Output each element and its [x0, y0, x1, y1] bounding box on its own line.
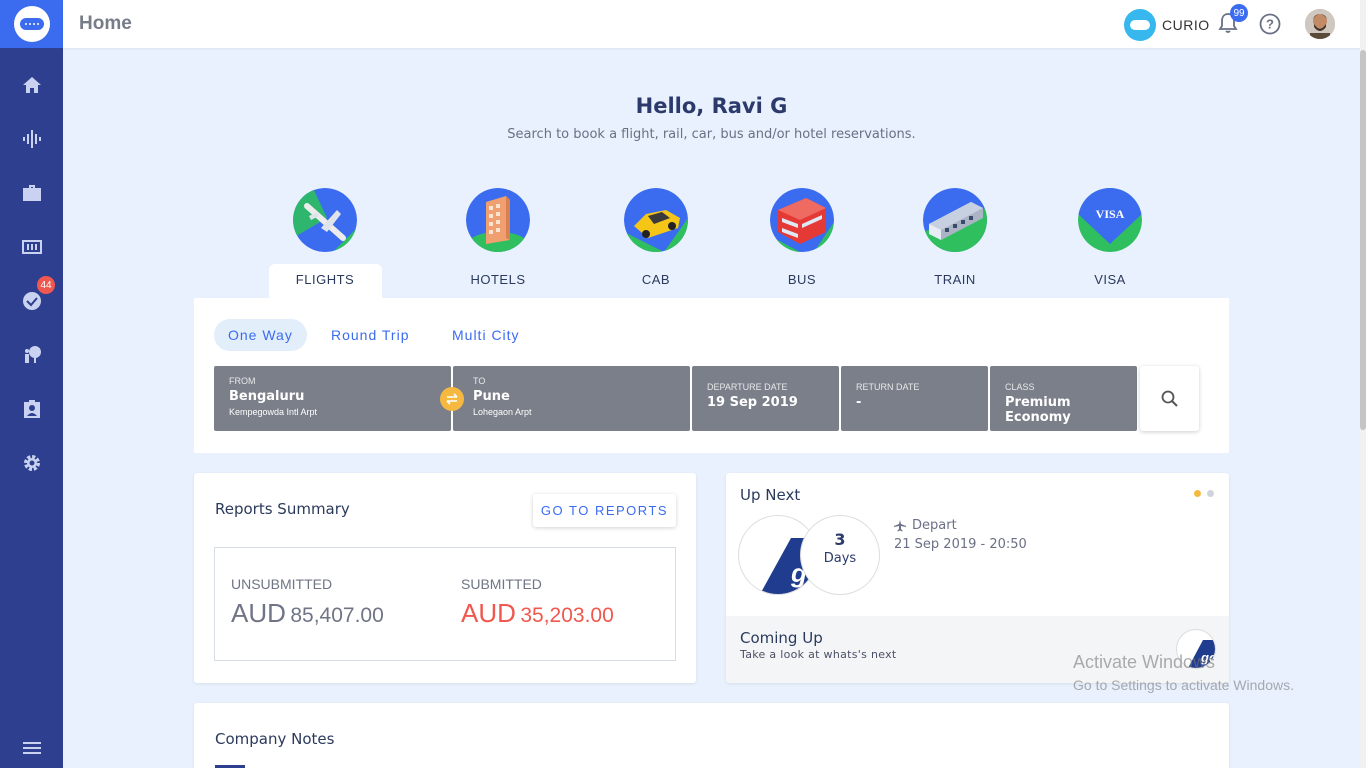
avatar[interactable] [1305, 9, 1335, 39]
departure-label: DEPARTURE DATE [707, 382, 788, 392]
help-icon[interactable]: ? [1259, 13, 1281, 39]
trip-type-one-way[interactable]: One Way [214, 319, 307, 351]
coming-up-title: Coming Up [740, 629, 823, 647]
logo-icon [13, 6, 50, 42]
trip-type-multi-city[interactable]: Multi City [438, 319, 534, 351]
class-value: Premium Economy [1005, 395, 1071, 425]
from-city: Bengaluru [229, 389, 305, 404]
return-date-field[interactable]: RETURN DATE - [841, 366, 988, 431]
to-city: Pune [473, 389, 510, 404]
notification-badge: 99 [1230, 4, 1248, 22]
travelers-icon[interactable] [0, 340, 63, 370]
carousel-dots[interactable] [1194, 490, 1214, 497]
unsubmitted-amount: 85,407.00 [290, 604, 384, 627]
scrollbar[interactable] [1360, 0, 1366, 768]
tab-bus[interactable]: BUS [746, 188, 858, 287]
tab-cab[interactable]: CAB [600, 188, 712, 287]
go-to-reports-button[interactable]: GO TO REPORTS [533, 494, 676, 527]
to-field[interactable]: TO Pune Lohegaon Arpt [453, 366, 690, 431]
briefcase-icon[interactable] [0, 178, 63, 208]
tab-label: BUS [787, 272, 817, 287]
search-icon [1161, 390, 1178, 407]
curio-logo-icon [1124, 9, 1156, 41]
class-label: CLASS [1005, 382, 1035, 392]
carousel-dot[interactable] [1207, 490, 1214, 497]
tab-label: CAB [641, 272, 671, 287]
tab-label: FLIGHTS [295, 272, 355, 287]
search-button[interactable] [1140, 366, 1199, 431]
tab-train[interactable]: TRAIN [899, 188, 1011, 287]
page-title: Home [79, 13, 132, 34]
settings-icon[interactable] [0, 448, 63, 478]
departure-value: 19 Sep 2019 [707, 395, 798, 410]
train-icon [923, 188, 987, 252]
plane-icon [894, 519, 906, 531]
activity-icon[interactable] [0, 124, 63, 154]
tickets-icon[interactable] [0, 232, 63, 262]
from-airport: Kempegowda Intl Arpt [229, 407, 318, 417]
sidebar: 44 [0, 0, 63, 768]
submitted-summary: SUBMITTED AUD 35,203.00 [461, 576, 614, 629]
top-header: Home CURIO 99 ? [63, 0, 1360, 48]
to-label: TO [473, 376, 486, 386]
tab-label: HOTELS [470, 272, 526, 287]
windows-activation-watermark: Activate Windows Go to Settings to activ… [1073, 652, 1294, 693]
greeting-title: Hello, Ravi G [635, 94, 788, 118]
hotel-icon [466, 188, 530, 252]
trip-type-round-trip[interactable]: Round Trip [317, 319, 423, 351]
swap-icon[interactable] [440, 387, 464, 411]
coming-up-subtitle: Take a look at whats's next [740, 648, 897, 661]
brand-switcher[interactable]: CURIO [1124, 9, 1210, 41]
class-field[interactable]: CLASS Premium Economy [990, 366, 1137, 431]
bus-icon [770, 188, 834, 252]
depart-time: 21 Sep 2019 - 20:50 [894, 537, 1027, 552]
departure-date-field[interactable]: DEPARTURE DATE 19 Sep 2019 [692, 366, 839, 431]
brand-label: CURIO [1162, 17, 1210, 33]
carousel-dot-active[interactable] [1194, 490, 1201, 497]
search-panel: One Way Round Trip Multi City FROM Benga… [194, 298, 1229, 453]
to-airport: Lohegaon Arpt [473, 407, 532, 417]
reports-summary-card: Reports Summary GO TO REPORTS UNSUBMITTE… [194, 473, 696, 683]
unsubmitted-summary: UNSUBMITTED AUD 85,407.00 [231, 576, 384, 629]
flight-icon [293, 188, 357, 252]
home-icon[interactable] [0, 70, 63, 100]
watermark-subtitle: Go to Settings to activate Windows. [1073, 677, 1294, 693]
company-notes-card: Company Notes [194, 703, 1229, 768]
tab-label: VISA [1094, 272, 1126, 287]
visa-icon: VISA [1078, 188, 1142, 252]
profile-icon[interactable] [0, 394, 63, 424]
depart-label: Depart [912, 518, 957, 533]
tab-visa[interactable]: VISA VISA [1054, 188, 1166, 287]
greeting-subtitle: Search to book a flight, rail, car, bus … [507, 127, 916, 142]
unsubmitted-currency: AUD [231, 598, 286, 628]
visa-icon-text: VISA [1096, 207, 1125, 221]
return-value: - [856, 395, 862, 410]
submitted-amount: 35,203.00 [520, 604, 614, 627]
tab-flights[interactable]: FLIGHTS [269, 188, 381, 287]
from-label: FROM [229, 376, 256, 386]
from-field[interactable]: FROM Bengaluru Kempegowda Intl Arpt [214, 366, 451, 431]
submitted-currency: AUD [461, 598, 516, 628]
tab-hotels[interactable]: HOTELS [442, 188, 554, 287]
approvals-icon[interactable]: 44 [0, 276, 63, 316]
app-logo[interactable] [0, 0, 63, 48]
up-next-title: Up Next [740, 486, 801, 504]
menu-icon[interactable] [0, 733, 63, 763]
cab-icon [624, 188, 688, 252]
watermark-title: Activate Windows [1073, 652, 1216, 672]
reports-totals: UNSUBMITTED AUD 85,407.00 SUBMITTED AUD … [214, 547, 676, 661]
unsubmitted-label: UNSUBMITTED [231, 576, 333, 592]
approvals-badge: 44 [37, 276, 55, 294]
departure-info: Depart 21 Sep 2019 - 20:50 [894, 518, 1027, 552]
days-number: 3 [834, 530, 846, 549]
days-countdown: 3 Days [800, 515, 880, 595]
company-notes-title: Company Notes [215, 730, 335, 748]
svg-text:?: ? [1266, 17, 1274, 32]
days-label: Days [823, 551, 857, 566]
return-label: RETURN DATE [856, 382, 920, 392]
submitted-label: SUBMITTED [461, 576, 542, 592]
reports-title: Reports Summary [215, 500, 350, 518]
tab-label: TRAIN [934, 272, 976, 287]
